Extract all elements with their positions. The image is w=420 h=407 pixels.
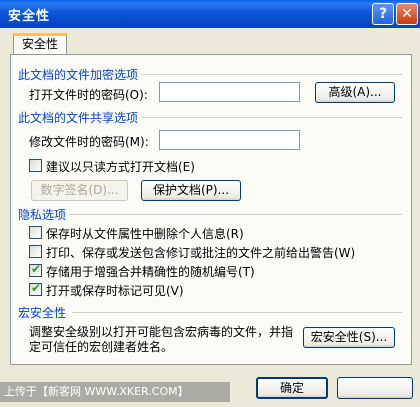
check-mark-icon: ✔ [31,262,42,276]
macro-divider [72,312,402,313]
help-icon[interactable]: ? [372,3,394,25]
encryption-section-title: 此文档的文件加密选项 [18,68,139,82]
ok-button[interactable]: 确定 [256,377,328,399]
sharing-section-title: 此文档的文件共享选项 [18,111,139,125]
protect-document-button[interactable]: 保护文档(P)... [141,180,241,201]
privacy-label-markup-visible: 打开或保存时标记可见(V) [46,284,184,298]
privacy-label-remove-personal-info: 保存时从文件属性中删除个人信息(R) [46,227,244,241]
macro-description-line2: 定可信任的宏创建者姓名。 [29,340,174,354]
sharing-divider [142,117,402,118]
security-dialog: 安全性 ? ✕ 安全性 此文档的文件加密选项 打开文件时的密码(O): 高级(A… [0,0,420,407]
check-mark-icon: ✔ [31,281,42,295]
cancel-button[interactable] [337,377,413,399]
close-icon[interactable]: ✕ [396,3,418,25]
privacy-label-random-number: 存储用于增强合并精确性的随机编号(T) [46,265,255,279]
title-bar[interactable]: 安全性 ? ✕ [0,0,420,28]
modify-password-label: 修改文件时的密码(M): [29,135,149,149]
privacy-checkbox-remove-personal-info[interactable] [29,226,42,239]
privacy-divider [70,214,402,215]
readonly-recommended-label: 建议以只读方式打开文档(E) [46,160,195,174]
watermark-text: 上传于【新客网 WWW.XKER.COM】 [0,382,230,402]
readonly-recommended-checkbox[interactable] [29,159,42,172]
open-password-label: 打开文件时的密码(O): [29,88,148,102]
tab-security[interactable]: 安全性 [13,33,67,55]
privacy-checkbox-markup-visible[interactable]: ✔ [29,281,42,296]
open-password-field[interactable] [159,82,300,102]
encryption-divider [142,74,402,75]
privacy-label-warn-before-print: 打印、保存或发送包含修订或批注的文件之前给出警告(W) [46,246,356,260]
privacy-section-title: 隐私选项 [18,208,67,222]
modify-password-field[interactable] [159,130,300,150]
privacy-checkbox-warn-before-print[interactable] [29,245,42,258]
privacy-checkbox-random-number[interactable]: ✔ [29,262,42,277]
macro-section-title: 宏安全性 [18,306,67,320]
digital-signature-button[interactable]: 数字签名(D)... [31,180,128,201]
dialog-title: 安全性 [8,9,51,24]
macro-security-button[interactable]: 宏安全性(S)... [303,327,395,348]
advanced-button[interactable]: 高级(A)... [315,82,395,103]
